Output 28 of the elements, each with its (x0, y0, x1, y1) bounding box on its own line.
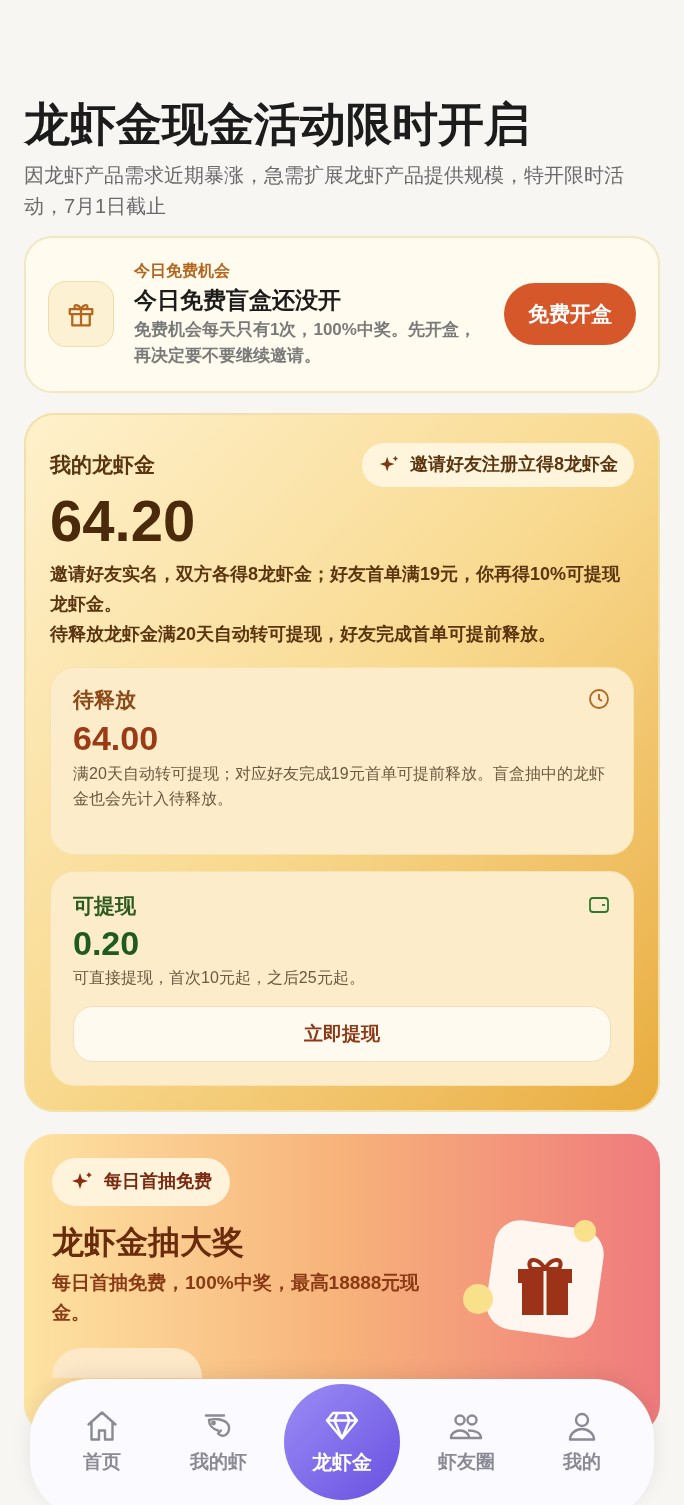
balance-note: 待释放龙虾金满20天自动转可提现，好友完成首单可提前释放。 (50, 622, 558, 646)
balance-amount: 64.20 (50, 488, 197, 553)
withdraw-button[interactable]: 立即提现 (73, 1006, 611, 1062)
free-box-title: 今日免费盲盒还没开 (134, 286, 342, 315)
page-subtitle: 因龙虾产品需求近期暴涨，急需扩展龙虾产品提供规模，特开限时活动，7月1日截止 (24, 162, 625, 219)
nav-tab[interactable]: 首页 (52, 1392, 152, 1492)
nav-tab[interactable]: 我的 (532, 1392, 632, 1492)
nav-tab[interactable]: 虾友圈 (416, 1392, 516, 1492)
invite-chip[interactable]: 邀请好友注册立得8龙虾金 (362, 442, 634, 487)
clock-icon (587, 687, 611, 712)
balance-note: 邀请好友实名，双方各得8龙虾金；好友首单满19元，你再得10%可提现龙虾金。 (50, 562, 622, 616)
eyebrow-label: 今日免费机会 (134, 261, 231, 281)
invite-chip-text: 邀请好友注册立得8龙虾金 (410, 453, 618, 476)
lottery-description: 每日首抽免费，100%中奖，最高18888元现金。 (52, 1270, 421, 1325)
free-box-description: 免费机会每天只有1次，100%中奖。先开盒，再决定要不要继续邀请。 (134, 319, 477, 367)
open-box-button[interactable]: 免费开盒 (504, 283, 636, 345)
nav-tab[interactable]: 我的虾 (168, 1392, 268, 1492)
nav-tab[interactable]: 龙虾金 (284, 1384, 400, 1500)
withdraw-description: 可直接提现，首次10元起，之后25元起。 (73, 968, 366, 988)
lottery-title: 龙虾金抽大奖 (52, 1222, 244, 1262)
withdraw-label: 可提现 (73, 892, 136, 919)
page-title: 龙虾金现金活动限时开启 (24, 97, 531, 152)
pending-amount: 64.00 (73, 718, 160, 759)
pending-label: 待释放 (73, 686, 136, 713)
pending-description: 满20天自动转可提现；对应好友完成19元首单可提前释放。盲盒抽中的龙虾金也会先计入待释放。 (73, 764, 606, 809)
withdraw-amount: 0.20 (73, 923, 141, 964)
balance-label: 我的龙虾金 (50, 451, 155, 478)
free-draw-chip-text: 每日首抽免费 (104, 1170, 212, 1193)
